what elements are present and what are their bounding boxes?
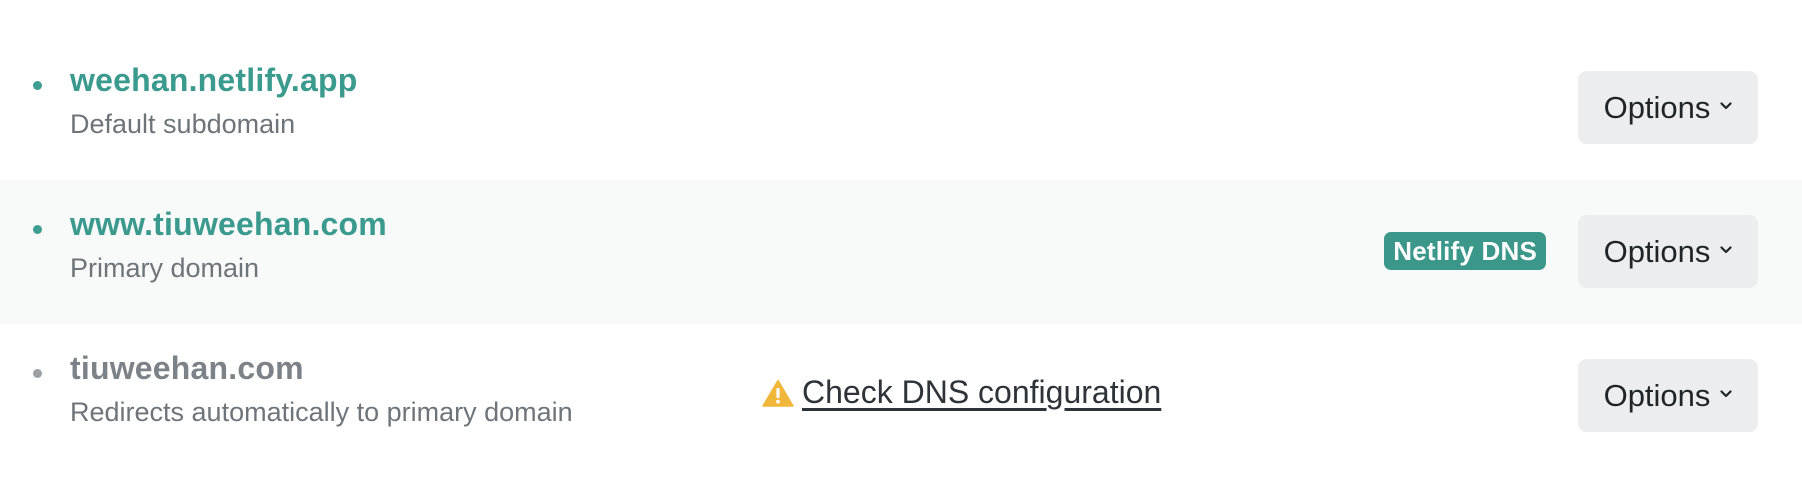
domain-link[interactable]: www.tiuweehan.com	[70, 204, 387, 244]
domain-row-primary: www.tiuweehan.com Primary domain Netlify…	[0, 180, 1802, 324]
domain-row-redirect: tiuweehan.com Redirects automatically to…	[0, 324, 1802, 468]
domain-description: Default subdomain	[70, 109, 296, 139]
options-button[interactable]: Options	[1578, 359, 1758, 432]
domain-info: tiuweehan.com Redirects automatically to…	[70, 348, 573, 429]
domain-description: Redirects automatically to primary domai…	[70, 397, 573, 427]
domain-name: tiuweehan.com	[70, 350, 304, 386]
options-button[interactable]: Options	[1578, 71, 1758, 144]
options-label: Options	[1603, 377, 1711, 413]
domain-list: weehan.netlify.app Default subdomain Opt…	[0, 0, 1802, 468]
domain-link[interactable]: weehan.netlify.app	[70, 60, 358, 100]
options-label: Options	[1603, 89, 1711, 125]
chevron-down-icon	[1720, 245, 1733, 253]
netlify-dns-badge: Netlify DNS	[1384, 232, 1546, 270]
domain-info: www.tiuweehan.com Primary domain	[70, 204, 387, 285]
domain-row-default: weehan.netlify.app Default subdomain Opt…	[0, 36, 1802, 180]
chevron-down-icon	[1720, 101, 1733, 109]
warning-icon	[762, 379, 794, 407]
domain-description: Primary domain	[70, 253, 260, 283]
options-button[interactable]: Options	[1578, 215, 1758, 288]
list-bullet	[33, 225, 42, 234]
list-bullet	[33, 81, 42, 90]
chevron-down-icon	[1720, 389, 1733, 397]
dns-warning: Check DNS configuration	[762, 374, 1161, 411]
list-bullet	[33, 369, 42, 378]
options-label: Options	[1603, 233, 1711, 269]
check-dns-configuration-link[interactable]: Check DNS configuration	[802, 374, 1161, 411]
domain-info: weehan.netlify.app Default subdomain	[70, 60, 358, 141]
